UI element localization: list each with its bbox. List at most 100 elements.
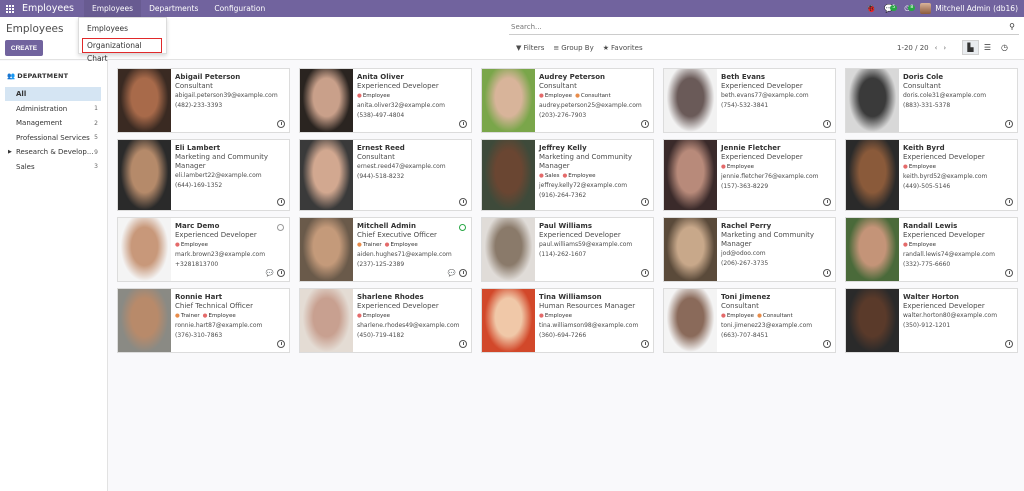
employee-card[interactable]: Tina Williamson Human Resources Manager ●E… [481,288,654,353]
employee-email: anita.oliver32@example.com [357,102,445,109]
employee-job-title: Experienced Developer [903,231,985,239]
apps-menu-icon[interactable] [2,0,18,17]
employee-kanban: Abigail Peterson Consultant abigail.peters… [117,68,1018,353]
sidebar-item-sales[interactable]: Sales 3 [5,160,101,174]
menu-configuration[interactable]: Configuration [206,0,273,17]
employee-card[interactable]: Rachel Perry Marketing and Community Mana… [663,217,836,282]
employee-card[interactable]: Ronnie Hart Chief Technical Officer ●Train… [117,288,290,353]
employee-card[interactable]: Doris Cole Consultant doris.cole31@example… [845,68,1018,133]
activity-view-icon[interactable]: ◷ [996,40,1013,55]
filters-button[interactable]: ▼ Filters [516,44,544,52]
employee-card[interactable]: Audrey Peterson Consultant ●Employee ●Consu… [481,68,654,133]
tag-dot-icon: ● [903,242,908,248]
activity-clock-icon[interactable] [459,198,467,206]
activity-clock-icon[interactable] [277,198,285,206]
dropdown-item-organizational-chart[interactable]: Organizational Chart [82,38,162,63]
search-input[interactable] [509,22,999,31]
employee-email: aiden.hughes71@example.com [357,251,452,258]
users-icon: 👥 [7,72,16,80]
employee-card[interactable]: Anita Oliver Experienced Developer ●Employ… [299,68,472,133]
group-by-button[interactable]: ≡ Group By [553,44,593,52]
employee-card[interactable]: Mitchell Admin Chief Executive Officer ●Tr… [299,217,472,282]
employee-name: Jeffrey Kelly [539,144,587,152]
activity-clock-icon[interactable] [823,340,831,348]
activity-clock-icon[interactable]: ⏲ 8 [898,4,916,14]
activity-clock-icon[interactable] [277,120,285,128]
employee-photo [846,289,899,352]
employee-card[interactable]: Ernest Reed Consultant ernest.reed47@examp… [299,139,472,211]
employee-card[interactable]: Walter Horton Experienced Developer walter… [845,288,1018,353]
employee-job-title: Experienced Developer [721,82,803,90]
chat-icon[interactable]: 💬 5 [880,4,898,13]
employee-card[interactable]: Keith Byrd Experienced Developer ●Employee… [845,139,1018,211]
chat-bubble-icon[interactable]: 💬 [448,269,456,277]
tag-dot-icon: ● [384,242,390,248]
activity-clock-icon[interactable] [459,340,467,348]
create-button[interactable]: CREATE [5,40,43,56]
activity-clock-icon[interactable] [1005,269,1013,277]
menu-departments[interactable]: Departments [141,0,206,17]
activity-clock-icon[interactable] [1005,340,1013,348]
pager-value[interactable]: 1-20 / 20 [897,44,929,52]
menu-employees[interactable]: Employees [84,0,142,17]
activity-clock-icon[interactable] [641,120,649,128]
employee-card[interactable]: Jennie Fletcher Experienced Developer ●Emp… [663,139,836,211]
activity-clock-icon[interactable] [641,269,649,277]
employee-card[interactable]: Randall Lewis Experienced Developer ●Emplo… [845,217,1018,282]
sidebar-item-professional-services[interactable]: Professional Services 5 [5,131,101,145]
employee-name: Audrey Peterson [539,73,605,81]
employee-name: Tina Williamson [539,293,602,301]
caret-right-icon[interactable]: ▶ [8,149,12,155]
activity-clock-icon[interactable] [641,340,649,348]
user-menu[interactable]: Mitchell Admin (db16) [920,3,1018,14]
favorites-button[interactable]: ★ Favorites [603,44,643,52]
activity-clock-icon[interactable] [277,269,285,277]
tag-dot-icon: ● [357,313,362,319]
list-view-icon[interactable]: ☰ [979,40,996,55]
activity-clock-icon[interactable] [823,198,831,206]
employee-job-title: Marketing and Community Manager [539,153,633,170]
employee-card[interactable]: Paul Williams Experienced Developer paul.w… [481,217,654,282]
activity-clock-icon[interactable] [641,198,649,206]
employee-card[interactable]: Sharlene Rhodes Experienced Developer ●Emp… [299,288,472,353]
activity-clock-icon[interactable] [823,269,831,277]
chat-bubble-icon[interactable]: 💬 [266,269,274,277]
employee-phone: (350)-912-1201 [903,322,951,329]
pager-prev-icon[interactable]: ‹ [935,44,938,52]
sidebar-item-research-develop[interactable]: ▶ Research & Develop... 9 [5,145,101,159]
employee-name: Sharlene Rhodes [357,293,424,301]
employee-tag: Employee [544,93,573,99]
employee-card[interactable]: Jeffrey Kelly Marketing and Community Man… [481,139,654,211]
bug-icon[interactable]: 🐞 [862,4,880,13]
sidebar-item-management[interactable]: Management 2 [5,116,101,130]
employee-card[interactable]: Abigail Peterson Consultant abigail.peters… [117,68,290,133]
tag-dot-icon: ● [539,173,544,179]
activity-clock-icon[interactable] [1005,198,1013,206]
employee-email: beth.evans77@example.com [721,92,809,99]
dropdown-item-employees[interactable]: Employees [79,21,166,37]
employee-tag: Trainer [180,313,200,319]
employee-card[interactable]: Toni Jimenez Consultant ●Employee ●Consulta… [663,288,836,353]
employee-job-title: Consultant [539,82,577,90]
app-title[interactable]: Employees [22,3,74,14]
activity-clock-icon[interactable] [823,120,831,128]
employee-job-title: Experienced Developer [175,231,257,239]
kanban-view-icon[interactable]: ▙ [962,40,979,55]
employee-card[interactable]: Beth Evans Experienced Developer beth.evan… [663,68,836,133]
employee-tags: ●Employee [357,312,466,321]
search-icon[interactable]: ⚲ [1009,22,1015,31]
employee-card[interactable]: Marc Demo Experienced Developer ●Employee m… [117,217,290,282]
employee-email: eli.lambert22@example.com [175,172,262,179]
activity-clock-icon[interactable] [277,340,285,348]
employee-email: doris.cole31@example.com [903,92,987,99]
pager-next-icon[interactable]: › [943,44,946,52]
sidebar-item-all[interactable]: All [5,87,101,101]
sidebar-item-administration[interactable]: Administration 1 [5,102,101,116]
activity-clock-icon[interactable] [1005,120,1013,128]
user-name: Mitchell Admin (db16) [935,4,1018,13]
employee-card[interactable]: Eli Lambert Marketing and Community Manag… [117,139,290,211]
employee-email: tina.williamson98@example.com [539,322,639,329]
activity-clock-icon[interactable] [459,120,467,128]
employee-phone: (114)-262-1607 [539,251,587,258]
activity-clock-icon[interactable] [459,269,467,277]
